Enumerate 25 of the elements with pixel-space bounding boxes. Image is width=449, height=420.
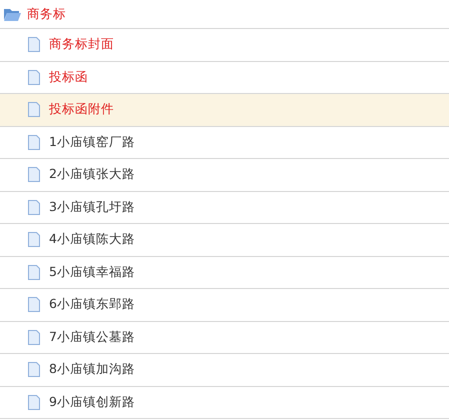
document-icon [28,70,40,85]
document-icon [28,37,40,52]
tree-item[interactable]: 4小庙镇陈大路 [0,224,449,256]
tree-item[interactable]: 8小庙镇加沟路 [0,354,449,386]
tree-item[interactable]: 7小庙镇公墓路 [0,322,449,354]
document-icon [28,394,40,410]
document-icon [28,297,40,312]
document-icon [28,232,40,248]
tree-item[interactable]: 6小庙镇东郢路 [0,289,449,322]
document-icon [28,264,40,280]
tree-item[interactable]: 1小庙镇窑厂路 [0,126,449,159]
document-icon [28,167,40,182]
tree-item[interactable]: 投标函附件 [0,94,449,126]
tree-item[interactable]: 5小庙镇幸福路 [0,256,449,289]
tree-item[interactable]: 商务标封面 [0,29,449,62]
document-icon [28,200,40,215]
open-folder-icon [4,7,21,21]
document-icon [28,362,40,378]
tree-item[interactable]: 2小庙镇张大路 [0,159,449,192]
tree-item[interactable]: 9小庙镇创新路 [0,386,449,419]
tree-item[interactable]: 3小庙镇孔圩路 [0,192,449,224]
document-icon [28,330,40,345]
document-icon [28,102,40,118]
document-icon [28,134,40,150]
tree-item[interactable]: 商务标 [0,0,449,29]
